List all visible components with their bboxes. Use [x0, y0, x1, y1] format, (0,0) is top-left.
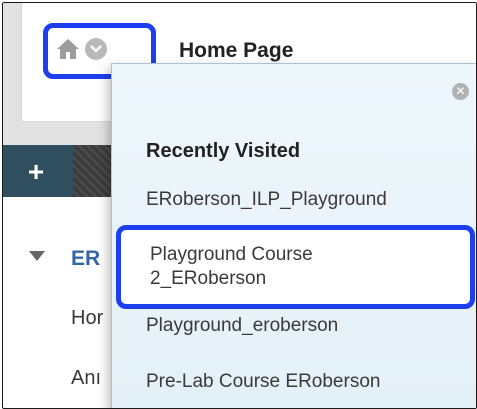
course-title-link[interactable]: ER	[71, 247, 100, 271]
left-nav-link-home[interactable]: Hor	[71, 307, 103, 330]
highlight-selected-course[interactable]: Playground Course 2_ERoberson	[116, 225, 475, 309]
recent-course-item-line1: Playground Course	[150, 244, 313, 265]
triangle-down-icon[interactable]	[29, 251, 45, 261]
menu-heading: Recently Visited	[146, 140, 301, 162]
add-button[interactable]: +	[21, 158, 51, 188]
recent-course-item-line2: 2_ERoberson	[150, 268, 267, 289]
recent-course-item[interactable]: Playground_eroberson	[146, 315, 466, 337]
recent-course-item[interactable]: ERoberson_ILP_Playground	[146, 189, 466, 211]
left-nav-link-announcements[interactable]: Anı	[71, 367, 101, 390]
close-circle-icon[interactable]: ✕	[452, 83, 469, 100]
app-frame: Home Page + ER Hor Anı ✕ Recently Visite…	[2, 2, 477, 409]
page-title[interactable]: Home Page	[179, 39, 293, 63]
nav-bar-divider	[73, 145, 113, 197]
recent-course-item[interactable]: Pre-Lab Course ERoberson	[146, 371, 466, 393]
